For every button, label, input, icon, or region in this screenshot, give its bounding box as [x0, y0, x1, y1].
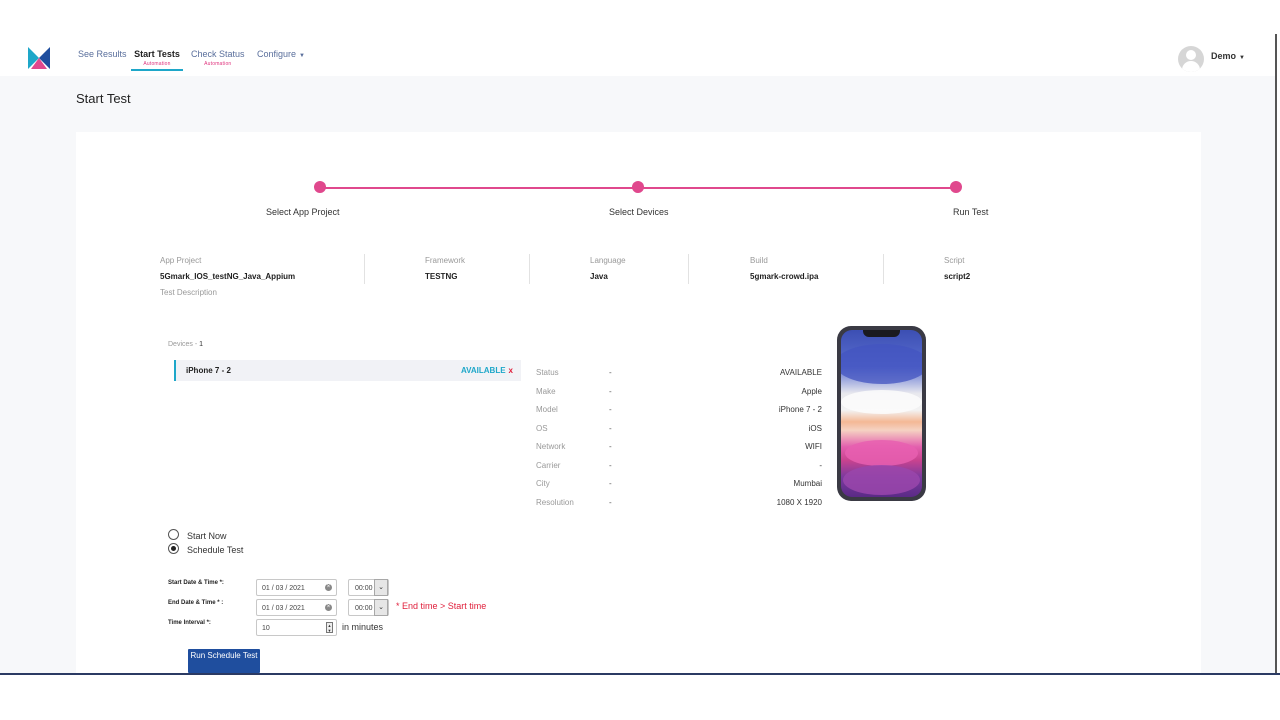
end-date-input[interactable]: 01 / 03 / 2021 ×	[256, 599, 337, 616]
info-label: App Project	[160, 256, 202, 265]
device-list-item[interactable]: iPhone 7 - 2 AVAILABLE x	[174, 360, 521, 381]
detail-label-model: Model	[536, 405, 558, 414]
detail-dash: -	[609, 405, 612, 414]
top-navigation: See Results Start Tests Automation Check…	[0, 34, 1275, 76]
start-date-input[interactable]: 01 / 03 / 2021 ×	[256, 579, 337, 596]
clear-icon[interactable]: ×	[325, 584, 332, 591]
scrollbar[interactable]	[1275, 34, 1277, 674]
detail-value-network: WIFI	[805, 442, 822, 451]
chevron-down-icon: ⌄	[374, 579, 388, 596]
detail-value-make: Apple	[801, 387, 822, 396]
detail-value-status: AVAILABLE	[780, 368, 822, 377]
info-app-project: App Project 5Gmark_IOS_testNG_Java_Appiu…	[160, 256, 295, 281]
step-label-select-app-project: Select App Project	[266, 207, 340, 217]
chevron-down-icon: ▼	[299, 53, 305, 59]
detail-dash: -	[609, 479, 612, 488]
start-now-radio[interactable]	[168, 529, 179, 540]
step-label-run-test: Run Test	[953, 207, 989, 217]
step-dot-1[interactable]	[314, 181, 326, 193]
detail-label-status: Status	[536, 368, 559, 377]
divider	[883, 254, 884, 284]
detail-dash: -	[609, 387, 612, 396]
nav-start-tests-label: Start Tests	[134, 49, 180, 59]
info-label: Language	[590, 256, 626, 265]
step-dot-3[interactable]	[950, 181, 962, 193]
detail-value-resolution: 1080 X 1920	[776, 498, 822, 507]
device-name: iPhone 7 - 2	[186, 366, 231, 375]
info-value: 5Gmark_IOS_testNG_Java_Appium	[160, 272, 296, 281]
device-phone-image	[837, 326, 926, 501]
detail-label-make: Make	[536, 387, 556, 396]
page: See Results Start Tests Automation Check…	[0, 0, 1280, 720]
clear-icon[interactable]: ×	[325, 604, 332, 611]
nav-check-status-sub: Automation	[204, 61, 232, 67]
start-time-select[interactable]: 00:00 ⌄	[348, 579, 389, 596]
divider	[529, 254, 530, 284]
info-framework: Framework TESTNG	[425, 256, 465, 281]
nav-configure-label: Configure	[257, 49, 297, 59]
detail-dash: -	[609, 424, 612, 433]
detail-label-os: OS	[536, 424, 548, 433]
detail-dash: -	[609, 368, 612, 377]
time-interval-input[interactable]: 10 ▲ ▼	[256, 619, 337, 636]
devices-count: Devices - 1	[168, 341, 204, 348]
time-interval-label: Time Interval *:	[168, 620, 211, 626]
detail-label-city: City	[536, 479, 550, 488]
time-error-message: * End time > Start time	[396, 601, 487, 611]
detail-value-carrier: -	[819, 461, 822, 470]
detail-label-carrier: Carrier	[536, 461, 561, 470]
info-script: Script script2	[944, 256, 970, 281]
schedule-test-label: Schedule Test	[187, 545, 244, 555]
divider	[364, 254, 365, 284]
detail-dash: -	[609, 442, 612, 451]
interval-unit: in minutes	[342, 622, 384, 632]
end-date-label: End Date & Time * :	[168, 600, 224, 606]
divider	[688, 254, 689, 284]
info-value: script2	[944, 272, 971, 281]
info-value: TESTNG	[425, 272, 458, 281]
user-menu[interactable]: Demo ▼	[1211, 51, 1245, 61]
end-time-select[interactable]: 00:00 ⌄	[348, 599, 389, 616]
chevron-down-icon: ⌄	[374, 599, 388, 616]
run-schedule-test-button[interactable]: Run Schedule Test	[188, 649, 260, 673]
nav-start-tests[interactable]: Start Tests Automation	[131, 49, 183, 71]
info-value: Java	[590, 272, 608, 281]
info-label: Script	[944, 256, 965, 265]
nav-start-tests-sub: Automation	[143, 61, 171, 67]
avatar[interactable]	[1178, 46, 1204, 72]
detail-value-model: iPhone 7 - 2	[778, 405, 822, 414]
nav-configure[interactable]: Configure ▼	[257, 49, 305, 59]
info-value: 5gmark-crowd.ipa	[750, 272, 819, 281]
chevron-down-icon: ▼	[1239, 55, 1245, 61]
info-language: Language Java	[590, 256, 626, 281]
test-description-label: Test Description	[160, 288, 217, 297]
nav-check-status-label: Check Status	[191, 49, 245, 59]
detail-value-city: Mumbai	[793, 479, 822, 488]
nav-check-status[interactable]: Check Status Automation	[191, 49, 245, 67]
detail-label-resolution: Resolution	[536, 498, 574, 507]
info-label: Build	[750, 256, 768, 265]
nav-see-results-label: See Results	[78, 49, 127, 59]
page-title: Start Test	[76, 91, 131, 106]
detail-label-network: Network	[536, 442, 566, 451]
remove-device-icon[interactable]: x	[509, 366, 513, 375]
info-build: Build 5gmark-crowd.ipa	[750, 256, 818, 281]
step-label-select-devices: Select Devices	[609, 207, 669, 217]
bottom-divider	[0, 673, 1280, 675]
schedule-test-radio[interactable]	[168, 543, 179, 554]
nav-see-results[interactable]: See Results	[78, 49, 127, 59]
info-label: Framework	[425, 256, 466, 265]
detail-dash: -	[609, 498, 612, 507]
user-name: Demo	[1211, 51, 1237, 61]
step-dot-2[interactable]	[632, 181, 644, 193]
number-stepper-icon[interactable]: ▲ ▼	[326, 622, 333, 633]
detail-value-os: iOS	[808, 424, 822, 433]
device-status-badge: AVAILABLE	[460, 366, 506, 375]
detail-dash: -	[609, 461, 612, 470]
start-now-label: Start Now	[187, 531, 227, 541]
start-date-label: Start Date & Time *:	[168, 580, 224, 586]
brand-logo-icon[interactable]	[28, 47, 50, 69]
